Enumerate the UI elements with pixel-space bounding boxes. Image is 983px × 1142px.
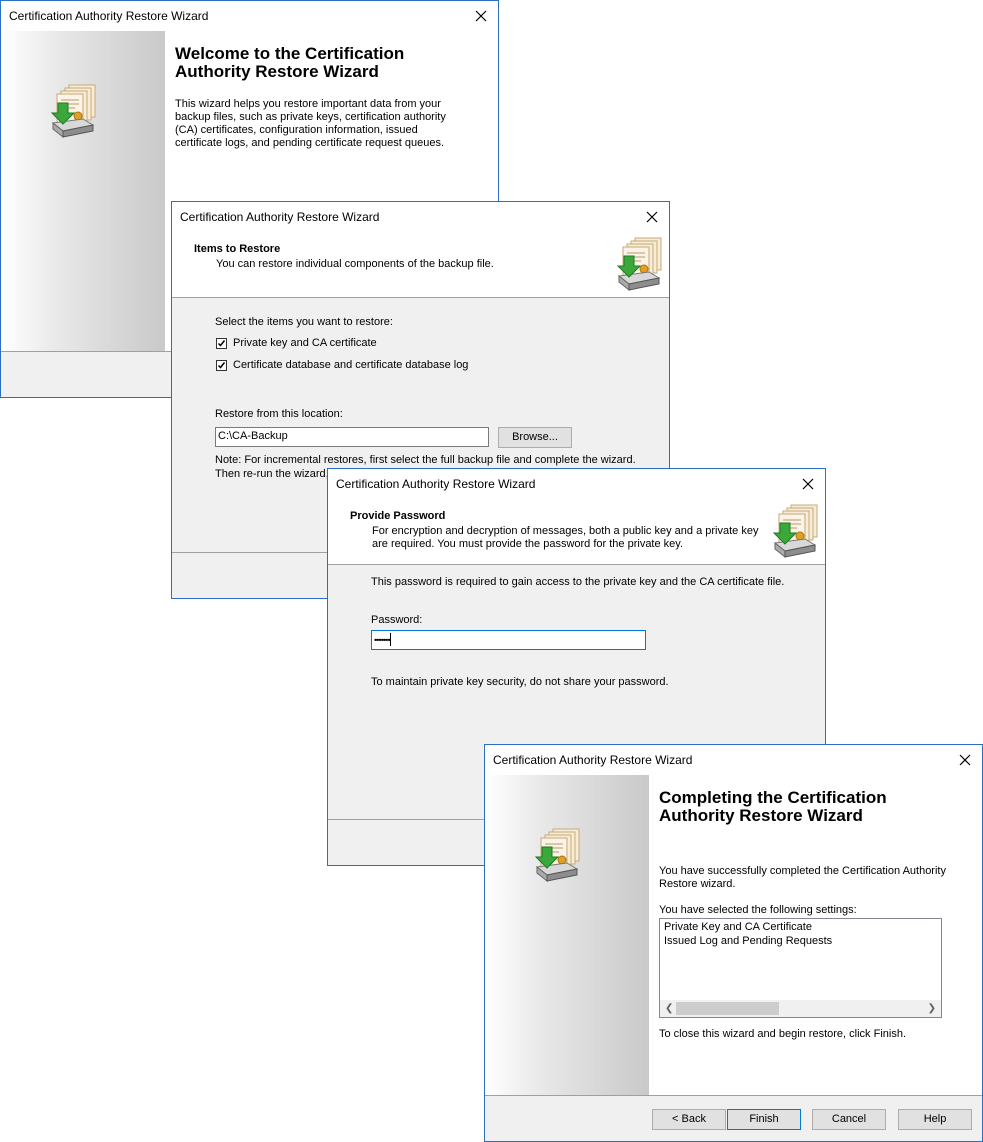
certificate-restore-icon [617, 237, 662, 291]
security-note: To maintain private key security, do not… [371, 676, 669, 688]
horizontal-scrollbar[interactable]: ❮ ❯ [660, 1000, 941, 1017]
page-title: Welcome to the Certification Authority R… [175, 44, 405, 81]
success-text: You have successfully completed the Cert… [659, 865, 946, 890]
restore-location-label: Restore from this location: [215, 408, 343, 420]
incremental-note: Note: For incremental restores, first se… [215, 454, 636, 466]
close-icon [646, 211, 658, 223]
scroll-left-icon[interactable]: ❮ [665, 1003, 673, 1014]
close-icon [475, 10, 487, 22]
page-title: Items to Restore [194, 243, 281, 255]
certificate-restore-icon [535, 828, 580, 882]
page-subtitle: You can restore individual components of… [216, 258, 494, 270]
select-items-label: Select the items you want to restore: [215, 316, 393, 328]
password-label: Password: [371, 614, 423, 626]
text-cursor [390, 633, 392, 646]
completing-wizard-window: Certification Authority Restore Wizard C… [484, 744, 983, 1142]
close-button[interactable] [948, 745, 982, 775]
close-icon [802, 478, 814, 490]
close-icon [959, 754, 971, 766]
window-title: Certification Authority Restore Wizard [180, 210, 380, 224]
page-title: Completing the Certification Authority R… [659, 788, 887, 825]
close-button[interactable] [635, 202, 669, 232]
scrollbar-thumb[interactable] [676, 1002, 779, 1015]
window-title: Certification Authority Restore Wizard [9, 9, 209, 23]
settings-label: You have selected the following settings… [659, 904, 857, 916]
wizard-header: Provide Password For encryption and decr… [328, 499, 825, 565]
title-bar: Certification Authority Restore Wizard [1, 1, 498, 31]
page-title: Provide Password [350, 510, 446, 522]
wizard-sidebar [1, 31, 165, 351]
help-button[interactable]: Help [898, 1109, 972, 1130]
title-bar: Certification Authority Restore Wizard [172, 202, 669, 232]
wizard-header: Items to Restore You can restore individ… [172, 232, 669, 298]
completion-content: Completing the Certification Authority R… [649, 775, 982, 1095]
button-separator [485, 1095, 982, 1096]
private-key-checkbox-label[interactable]: Private key and CA certificate [233, 337, 377, 349]
private-key-checkbox[interactable] [216, 338, 227, 349]
close-button[interactable] [464, 1, 498, 31]
password-field[interactable]: ••••••••• [371, 630, 646, 650]
checkmark-icon [217, 340, 226, 347]
scroll-right-icon[interactable]: ❯ [928, 1003, 936, 1014]
settings-list[interactable]: Private Key and CA Certificate Issued Lo… [659, 918, 942, 1018]
finish-instruction: To close this wizard and begin restore, … [659, 1028, 906, 1040]
back-button[interactable]: < Back [652, 1109, 726, 1130]
restore-location-input[interactable]: C:\CA-Backup [215, 427, 489, 447]
certificate-restore-icon [51, 84, 96, 138]
certificate-database-checkbox[interactable] [216, 360, 227, 371]
welcome-description: This wizard helps you restore important … [175, 98, 446, 149]
cancel-button[interactable]: Cancel [812, 1109, 886, 1130]
incremental-note-cont: Then re-run the wizard, [215, 468, 329, 480]
password-mask: ••••••••• [374, 635, 391, 645]
list-item: Private Key and CA Certificate [664, 921, 812, 933]
certificate-database-checkbox-label[interactable]: Certificate database and certificate dat… [233, 359, 468, 371]
title-bar: Certification Authority Restore Wizard [485, 745, 982, 775]
title-bar: Certification Authority Restore Wizard [328, 469, 825, 499]
browse-button[interactable]: Browse... [498, 427, 572, 448]
wizard-sidebar [485, 775, 649, 1095]
checkmark-icon [217, 362, 226, 369]
list-item: Issued Log and Pending Requests [664, 935, 833, 947]
finish-button[interactable]: Finish [727, 1109, 801, 1130]
page-subtitle: For encryption and decryption of message… [372, 525, 759, 550]
window-title: Certification Authority Restore Wizard [493, 753, 693, 767]
window-title: Certification Authority Restore Wizard [336, 477, 536, 491]
password-info-text: This password is required to gain access… [371, 576, 785, 588]
close-button[interactable] [791, 469, 825, 499]
certificate-restore-icon [773, 504, 818, 558]
